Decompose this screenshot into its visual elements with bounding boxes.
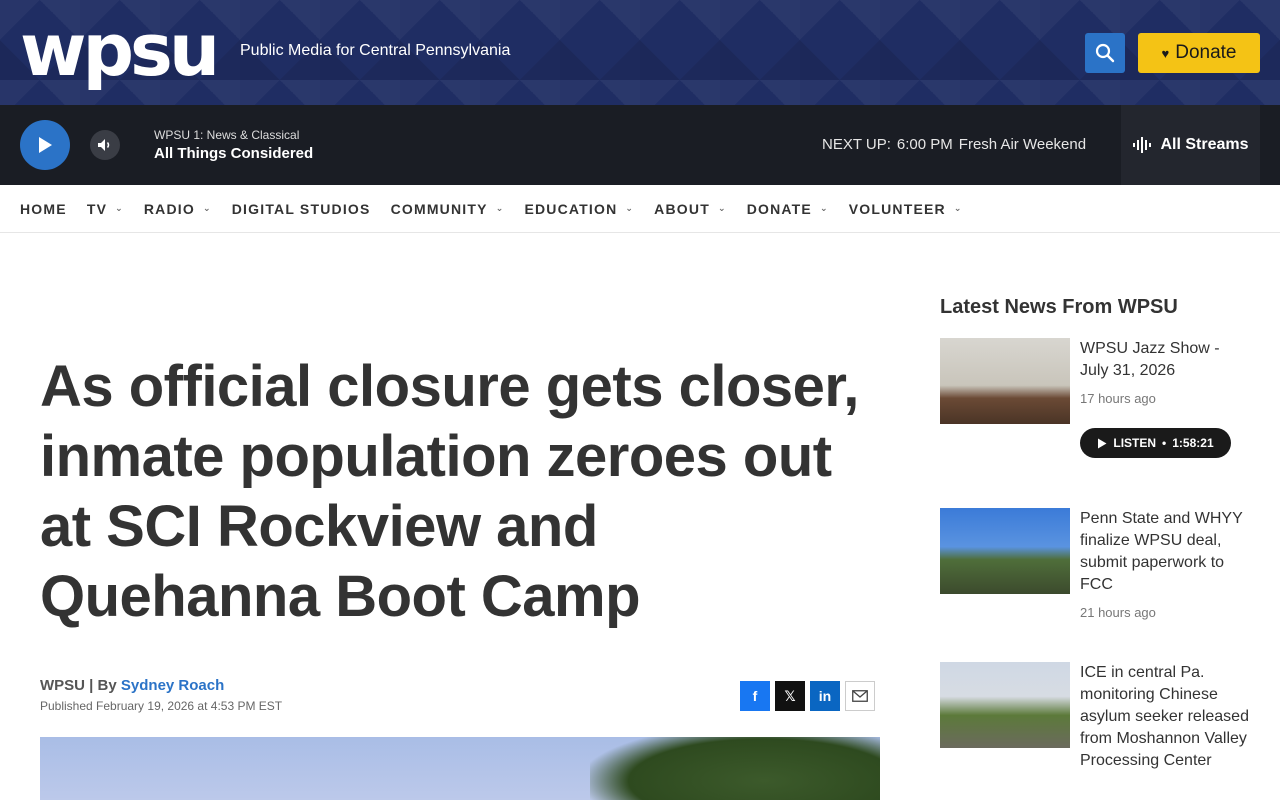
live-player: WPSU 1: News & Classical All Things Cons… [0, 105, 1280, 185]
news-title[interactable]: Penn State and WHYY finalize WPSU deal, … [1080, 508, 1250, 596]
email-share-button[interactable] [845, 681, 875, 711]
station-name: WPSU 1: News & Classical [154, 128, 300, 142]
main-nav: HOME TV ⌄ RADIO ⌄ DIGITAL STUDIOS COMMUNIT… [0, 185, 1280, 233]
donate-label: Donate [1175, 42, 1237, 63]
nav-item-about[interactable]: ABOUT ⌄ [654, 201, 727, 217]
share-buttons: f 𝕏 in [740, 681, 875, 711]
search-button[interactable] [1085, 33, 1125, 73]
chevron-down-icon: ⌄ [625, 203, 635, 213]
sidebar-title: Latest News From WPSU [940, 296, 1178, 318]
bullet-separator: • [1162, 436, 1167, 450]
current-program: All Things Considered [154, 145, 314, 162]
publish-date: Published February 19, 2026 at 4:53 PM E… [40, 699, 283, 713]
nav-item-community[interactable]: COMMUNITY ⌄ [391, 201, 505, 217]
news-thumbnail[interactable] [940, 338, 1070, 424]
list-item[interactable]: ICE in central Pa. monitoring Chinese as… [940, 662, 1260, 800]
hero-tree-foliage [590, 737, 880, 800]
news-title[interactable]: ICE in central Pa. monitoring Chinese as… [1080, 662, 1250, 772]
byline: WPSU | By Sydney Roach [40, 677, 224, 694]
author-link[interactable]: Sydney Roach [121, 677, 224, 694]
chevron-down-icon: ⌄ [202, 203, 212, 213]
next-up-time: 6:00 PM [896, 136, 953, 153]
nav-label: DIGITAL STUDIOS [231, 200, 371, 217]
news-thumbnail[interactable] [940, 662, 1070, 748]
news-thumbnail[interactable] [940, 508, 1070, 594]
listen-label: LISTEN [1113, 436, 1157, 450]
logo-text: wpsu [20, 8, 220, 92]
nav-item-tv[interactable]: TV ⌄ [87, 201, 124, 217]
all-streams-button[interactable]: All Streams [1121, 105, 1260, 185]
nav-label: VOLUNTEER [848, 200, 946, 217]
nav-item-radio[interactable]: RADIO ⌄ [144, 201, 212, 217]
facebook-share-button[interactable]: f [740, 681, 770, 711]
news-timestamp: 17 hours ago [1080, 391, 1156, 406]
volume-icon [98, 139, 110, 151]
play-button[interactable] [20, 120, 70, 170]
nav-label: ABOUT [654, 200, 710, 217]
next-up-label: NEXT UP: [822, 136, 891, 153]
news-timestamp: 21 hours ago [1080, 605, 1156, 620]
nav-label: DONATE [746, 200, 812, 217]
donate-button[interactable]: ♥ Donate [1138, 33, 1260, 73]
play-icon [39, 137, 52, 153]
chevron-down-icon: ⌄ [115, 203, 124, 213]
chevron-down-icon: ⌄ [819, 203, 829, 213]
next-up-show: Fresh Air Weekend [958, 136, 1087, 153]
listen-button[interactable]: LISTEN • 1:58:21 [1080, 428, 1231, 458]
nav-label: EDUCATION [524, 200, 618, 217]
play-icon [1098, 438, 1107, 448]
nav-item-home[interactable]: HOME [20, 201, 67, 217]
search-icon [1095, 43, 1115, 63]
facebook-icon: f [752, 688, 758, 704]
list-item[interactable]: WPSU Jazz Show - July 31, 2026 17 hours … [940, 338, 1260, 468]
list-item[interactable]: Penn State and WHYY finalize WPSU deal, … [940, 508, 1260, 628]
nav-label: RADIO [143, 200, 195, 217]
nav-label: COMMUNITY [390, 200, 488, 217]
heart-icon: ♥ [1161, 45, 1170, 61]
chevron-down-icon: ⌄ [953, 203, 963, 213]
nav-item-donate[interactable]: DONATE ⌄ [747, 201, 829, 217]
audio-duration: 1:58:21 [1172, 436, 1214, 450]
article-hero-image [40, 737, 880, 800]
linkedin-share-button[interactable]: in [810, 681, 840, 711]
all-streams-label: All Streams [1160, 136, 1249, 153]
chevron-down-icon: ⌄ [495, 203, 505, 213]
linkedin-icon: in [818, 688, 832, 704]
audio-waveform-icon [1133, 137, 1152, 153]
article-headline: As official closure gets closer, inmate … [40, 354, 859, 629]
site-header: wpsu Public Media for Central Pennsylvan… [0, 0, 1280, 105]
nav-item-volunteer[interactable]: VOLUNTEER ⌄ [849, 201, 963, 217]
volume-button[interactable] [90, 130, 120, 160]
nav-item-digital-studios[interactable]: DIGITAL STUDIOS [232, 201, 371, 217]
chevron-down-icon: ⌄ [717, 203, 727, 213]
site-tagline: Public Media for Central Pennsylvania [240, 42, 511, 59]
nav-label: TV [86, 200, 108, 217]
envelope-icon [852, 690, 868, 702]
next-up: NEXT UP: 6:00 PM Fresh Air Weekend [822, 136, 1086, 153]
x-share-button[interactable]: 𝕏 [775, 681, 805, 711]
news-title[interactable]: WPSU Jazz Show - July 31, 2026 [1080, 338, 1250, 382]
nav-label: HOME [20, 200, 67, 217]
nav-item-education[interactable]: EDUCATION ⌄ [524, 201, 634, 217]
x-icon: 𝕏 [784, 687, 796, 704]
wpsu-logo[interactable]: wpsu [20, 8, 220, 92]
byline-source: WPSU | By [40, 677, 117, 694]
